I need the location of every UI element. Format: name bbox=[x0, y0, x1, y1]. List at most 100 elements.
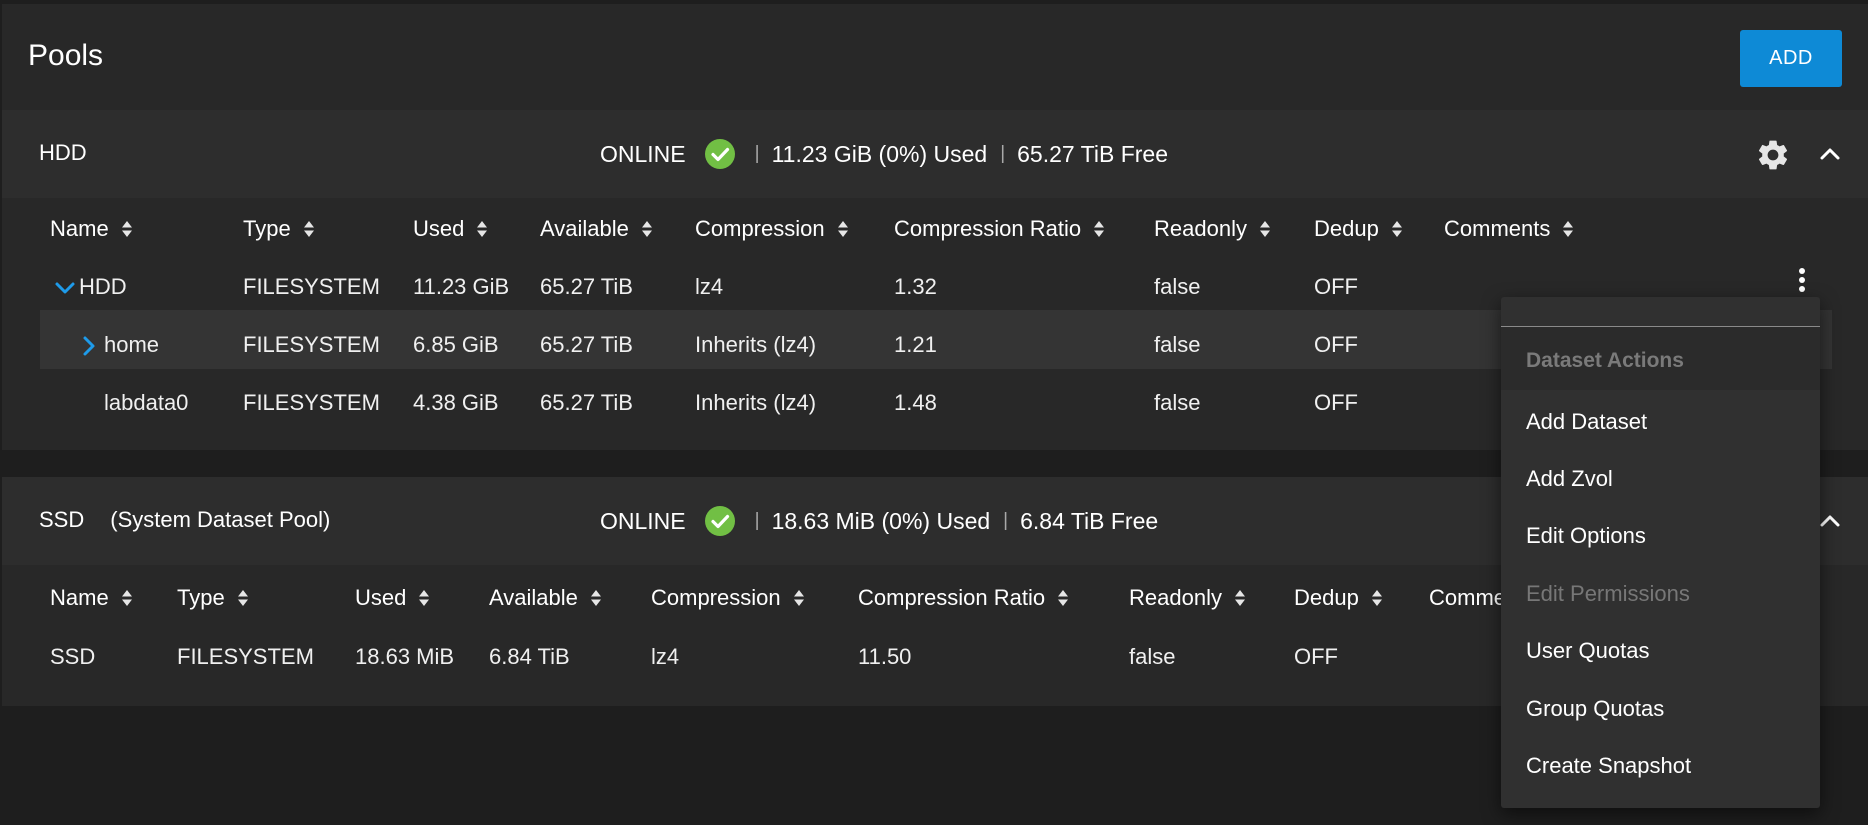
more-vert-icon[interactable] bbox=[1790, 265, 1814, 295]
check-circle-icon bbox=[704, 139, 735, 169]
dataset-used: 6.85 GiB bbox=[413, 332, 499, 357]
dataset-type: FILESYSTEM bbox=[243, 332, 380, 357]
dataset-dedup: OFF bbox=[1294, 644, 1338, 669]
add-pool-button[interactable]: ADD bbox=[1740, 30, 1842, 87]
sort-icon bbox=[793, 590, 804, 606]
column-header-type[interactable]: Type bbox=[177, 585, 249, 611]
menu-item-create-snapshot[interactable]: Create Snapshot bbox=[1526, 753, 1691, 779]
separator: | bbox=[1003, 510, 1009, 531]
menu-item-edit-permissions: Edit Permissions bbox=[1526, 581, 1690, 606]
sort-icon bbox=[1058, 590, 1069, 606]
check-circle-icon bbox=[704, 506, 735, 536]
sort-icon bbox=[1391, 221, 1402, 237]
column-header-readonly[interactable]: Readonly bbox=[1154, 216, 1271, 242]
separator: | bbox=[754, 143, 760, 164]
chevron-up-icon[interactable] bbox=[1816, 144, 1844, 164]
dataset-dedup: OFF bbox=[1314, 390, 1358, 415]
page-title: Pools bbox=[28, 39, 104, 72]
dataset-compression: lz4 bbox=[651, 644, 680, 669]
separator: | bbox=[1000, 143, 1006, 164]
sort-icon bbox=[237, 590, 248, 606]
column-header-compression[interactable]: Compression bbox=[651, 585, 805, 611]
dataset-compression-ratio: 1.32 bbox=[894, 274, 937, 299]
column-header-name[interactable]: Name bbox=[50, 216, 133, 242]
pool-free: 6.84 TiB Free bbox=[1020, 507, 1159, 534]
chevron-down-icon[interactable] bbox=[54, 281, 76, 295]
pool-subtitle: (System Dataset Pool) bbox=[110, 507, 331, 532]
column-header-dedup[interactable]: Dedup bbox=[1314, 216, 1403, 242]
dataset-compression-ratio: 1.48 bbox=[894, 390, 937, 415]
dataset-available: 65.27 TiB bbox=[540, 332, 633, 357]
column-header-compression-ratio[interactable]: Compression Ratio bbox=[858, 585, 1069, 611]
dataset-used: 4.38 GiB bbox=[413, 390, 499, 415]
dataset-used: 11.23 GiB bbox=[413, 274, 510, 299]
sort-icon bbox=[1371, 590, 1382, 606]
pool-free: 65.27 TiB Free bbox=[1017, 140, 1168, 167]
pool-name: SSD (System Dataset Pool) bbox=[39, 507, 331, 532]
dataset-dedup: OFF bbox=[1314, 274, 1358, 299]
dataset-name[interactable]: HDD bbox=[54, 274, 127, 300]
dataset-type: FILESYSTEM bbox=[243, 390, 380, 415]
dataset-name[interactable]: home bbox=[82, 332, 159, 358]
column-header-used[interactable]: Used bbox=[355, 585, 430, 611]
pool-status-ssd: ONLINE | 18.63 MiB (0%) Used | 6.84 TiB … bbox=[600, 505, 1158, 537]
sort-icon bbox=[641, 221, 652, 237]
chevron-up-icon[interactable] bbox=[1816, 511, 1844, 531]
dataset-compression: Inherits (lz4) bbox=[695, 390, 817, 415]
dataset-readonly: false bbox=[1129, 644, 1176, 669]
menu-item-edit-options[interactable]: Edit Options bbox=[1526, 523, 1646, 549]
dataset-name[interactable]: SSD bbox=[50, 644, 95, 670]
dataset-available: 65.27 TiB bbox=[540, 390, 633, 415]
dataset-readonly: false bbox=[1154, 274, 1201, 299]
sort-icon bbox=[1563, 221, 1574, 237]
pool-status-text: ONLINE bbox=[600, 507, 686, 534]
column-header-used[interactable]: Used bbox=[413, 216, 488, 242]
sort-icon bbox=[121, 221, 132, 237]
dataset-compression: lz4 bbox=[695, 274, 724, 299]
gear-icon[interactable] bbox=[1755, 137, 1791, 173]
column-header-compression[interactable]: Compression bbox=[695, 216, 849, 242]
dataset-compression-ratio: 11.50 bbox=[858, 644, 912, 669]
dataset-type: FILESYSTEM bbox=[243, 274, 380, 299]
column-header-comments[interactable]: Comments bbox=[1444, 216, 1574, 242]
column-header-available[interactable]: Available bbox=[540, 216, 653, 242]
sort-icon bbox=[1094, 221, 1105, 237]
sort-icon bbox=[1259, 221, 1270, 237]
chevron-right-icon[interactable] bbox=[82, 335, 96, 357]
column-header-compression-ratio[interactable]: Compression Ratio bbox=[894, 216, 1105, 242]
dataset-name[interactable]: labdata0 bbox=[104, 390, 188, 416]
dataset-type: FILESYSTEM bbox=[177, 644, 314, 669]
column-header-dedup[interactable]: Dedup bbox=[1294, 585, 1383, 611]
sort-icon bbox=[1234, 590, 1245, 606]
menu-item-group-quotas[interactable]: Group Quotas bbox=[1526, 696, 1664, 722]
dataset-readonly: false bbox=[1154, 390, 1201, 415]
separator: | bbox=[754, 510, 760, 531]
dataset-dedup: OFF bbox=[1314, 332, 1358, 357]
column-header-readonly[interactable]: Readonly bbox=[1129, 585, 1246, 611]
column-header-name[interactable]: Name bbox=[50, 585, 133, 611]
sort-icon bbox=[303, 221, 314, 237]
sort-icon bbox=[590, 590, 601, 606]
dataset-readonly: false bbox=[1154, 332, 1201, 357]
pool-status-hdd: ONLINE | 11.23 GiB (0%) Used | 65.27 TiB… bbox=[600, 138, 1168, 170]
column-header-type[interactable]: Type bbox=[243, 216, 315, 242]
pool-used: 18.63 MiB (0%) Used bbox=[771, 507, 991, 534]
pool-header-hdd: HDD ONLINE | 11.23 GiB (0%) Used | 65.27… bbox=[2, 110, 1868, 198]
dataset-actions-menu: Dataset Actions Add Dataset Add Zvol Edi… bbox=[1501, 297, 1820, 808]
dataset-available: 6.84 TiB bbox=[489, 644, 570, 669]
sort-icon bbox=[477, 221, 488, 237]
sort-icon bbox=[419, 590, 430, 606]
menu-header: Dataset Actions bbox=[1501, 327, 1820, 390]
dataset-used: 18.63 MiB bbox=[355, 644, 455, 669]
dataset-compression-ratio: 1.21 bbox=[894, 332, 937, 357]
menu-item-add-zvol[interactable]: Add Zvol bbox=[1526, 466, 1613, 492]
pool-name: HDD bbox=[39, 140, 87, 165]
dataset-available: 65.27 TiB bbox=[540, 274, 633, 299]
column-header-available[interactable]: Available bbox=[489, 585, 602, 611]
menu-item-user-quotas[interactable]: User Quotas bbox=[1526, 638, 1650, 664]
column-header-comments[interactable]: Comme bbox=[1429, 585, 1506, 611]
pool-status-text: ONLINE bbox=[600, 140, 686, 167]
menu-item-add-dataset[interactable]: Add Dataset bbox=[1526, 409, 1647, 435]
pool-used: 11.23 GiB (0%) Used bbox=[771, 140, 988, 167]
sort-icon bbox=[121, 590, 132, 606]
